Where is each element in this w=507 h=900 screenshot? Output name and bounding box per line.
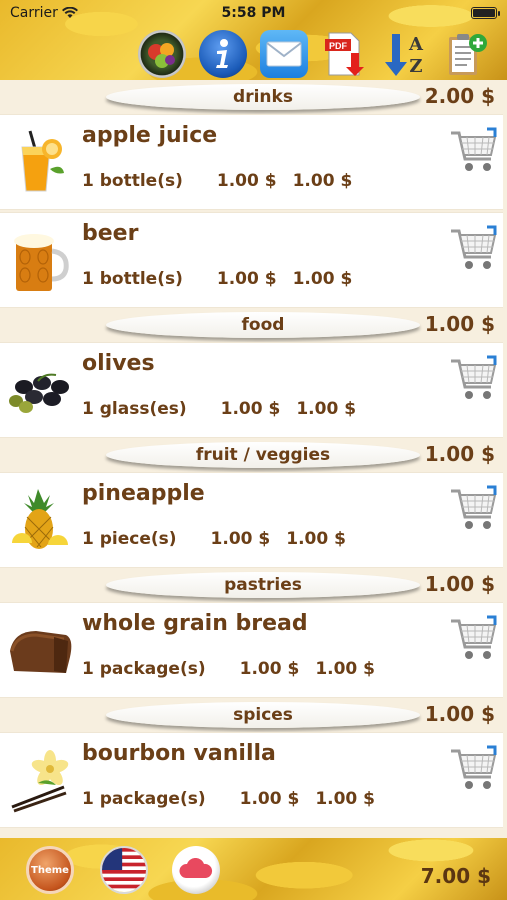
category-header: pastries 1.00 $ (0, 568, 507, 602)
item-name: olives (82, 351, 155, 376)
battery-icon (471, 7, 500, 19)
category-name[interactable]: drinks (106, 84, 420, 110)
category-header: food 1.00 $ (0, 308, 507, 342)
category-total: 1.00 $ (424, 702, 495, 726)
top-bar: Carrier 5:58 PM PDF A Z (0, 0, 507, 80)
item-unit-price: 1.00 $ (239, 659, 300, 679)
item-details: 1 package(s) 1.00 $ 1.00 $ (82, 789, 375, 809)
cloud-sync-icon[interactable] (172, 846, 220, 894)
category-header: fruit / veggies 1.00 $ (0, 438, 507, 472)
item-unit-price: 1.00 $ (239, 789, 300, 809)
carrier-label: Carrier (10, 5, 58, 21)
category-header: spices 1.00 $ (0, 698, 507, 732)
item-name: beer (82, 221, 139, 246)
item-unit-price: 1.00 $ (216, 269, 277, 289)
shopping-cart-icon[interactable] (449, 485, 499, 535)
category-name[interactable]: fruit / veggies (106, 442, 420, 468)
shopping-cart-icon[interactable] (449, 355, 499, 405)
item-details: 1 package(s) 1.00 $ 1.00 $ (82, 659, 375, 679)
item-sum: 1.00 $ (296, 399, 357, 419)
shopping-cart-icon[interactable] (449, 127, 499, 177)
toolbar: PDF A Z (138, 28, 491, 80)
carrier-indicator: Carrier (10, 5, 78, 21)
list-item[interactable]: olives 1 glass(es) 1.00 $ 1.00 $ (0, 342, 503, 438)
svg-text:Z: Z (409, 56, 422, 77)
svg-text:A: A (408, 34, 424, 55)
item-name: bourbon vanilla (82, 741, 276, 766)
item-quantity: 1 package(s) (82, 789, 206, 809)
item-name: apple juice (82, 123, 218, 148)
item-details: 1 glass(es) 1.00 $ 1.00 $ (82, 399, 356, 419)
shopping-cart-icon[interactable] (449, 745, 499, 795)
item-details: 1 bottle(s) 1.00 $ 1.00 $ (82, 269, 352, 289)
item-details: 1 piece(s) 1.00 $ 1.00 $ (82, 529, 346, 549)
shopping-list[interactable]: drinks 2.00 $ apple juice 1 bottle(s) 1.00 $… (0, 80, 507, 838)
list-item[interactable]: whole grain bread 1 package(s) 1.00 $ 1.00 … (0, 602, 503, 698)
list-item[interactable]: apple juice 1 bottle(s) 1.00 $ 1.00 $ (0, 114, 503, 210)
category-total: 2.00 $ (424, 84, 495, 108)
category-total: 1.00 $ (424, 312, 495, 336)
olives-icon (8, 357, 72, 423)
category-total: 1.00 $ (424, 442, 495, 466)
theme-button[interactable]: Theme (26, 846, 74, 894)
item-quantity: 1 glass(es) (82, 399, 187, 419)
category-total: 1.00 $ (424, 572, 495, 596)
item-sum: 1.00 $ (315, 789, 376, 809)
bottom-bar: Theme 7.00 $ (0, 838, 507, 900)
juice-glass-icon (8, 129, 72, 195)
category-name[interactable]: pastries (106, 572, 420, 598)
item-quantity: 1 piece(s) (82, 529, 177, 549)
item-quantity: 1 bottle(s) (82, 269, 183, 289)
item-sum: 1.00 $ (286, 529, 346, 549)
add-list-icon[interactable] (443, 30, 491, 78)
info-icon[interactable] (199, 30, 247, 78)
item-details: 1 bottle(s) 1.00 $ 1.00 $ (82, 171, 352, 191)
svg-text:PDF: PDF (329, 41, 348, 51)
item-sum: 1.00 $ (292, 171, 353, 191)
list-item[interactable]: beer 1 bottle(s) 1.00 $ 1.00 $ (0, 212, 503, 308)
item-quantity: 1 package(s) (82, 659, 206, 679)
list-item[interactable]: pineapple 1 piece(s) 1.00 $ 1.00 $ (0, 472, 503, 568)
item-sum: 1.00 $ (315, 659, 376, 679)
mail-icon[interactable] (260, 30, 308, 78)
item-quantity: 1 bottle(s) (82, 171, 183, 191)
item-name: pineapple (82, 481, 205, 506)
shopping-cart-icon[interactable] (449, 615, 499, 665)
item-name: whole grain bread (82, 611, 308, 636)
beer-mug-icon (8, 227, 72, 293)
category-header: drinks 2.00 $ (0, 80, 507, 114)
category-name[interactable]: food (106, 312, 420, 338)
shopping-cart-icon[interactable] (449, 225, 499, 275)
us-flag-icon[interactable] (100, 846, 148, 894)
pineapple-icon (8, 487, 72, 553)
bread-icon (8, 617, 72, 683)
item-unit-price: 1.00 $ (220, 399, 281, 419)
grand-total: 7.00 $ (420, 864, 491, 888)
wifi-icon (61, 7, 78, 18)
sort-az-icon[interactable]: A Z (382, 30, 430, 78)
theme-button-label: Theme (31, 864, 69, 876)
item-sum: 1.00 $ (292, 269, 353, 289)
list-item[interactable]: bourbon vanilla 1 package(s) 1.00 $ 1.00 $ (0, 732, 503, 828)
fruit-icon[interactable] (138, 30, 186, 78)
item-unit-price: 1.00 $ (216, 171, 277, 191)
pdf-export-icon[interactable]: PDF (321, 30, 369, 78)
vanilla-icon (8, 747, 72, 813)
item-unit-price: 1.00 $ (210, 529, 271, 549)
status-bar: Carrier 5:58 PM (0, 0, 507, 26)
category-name[interactable]: spices (106, 702, 420, 728)
